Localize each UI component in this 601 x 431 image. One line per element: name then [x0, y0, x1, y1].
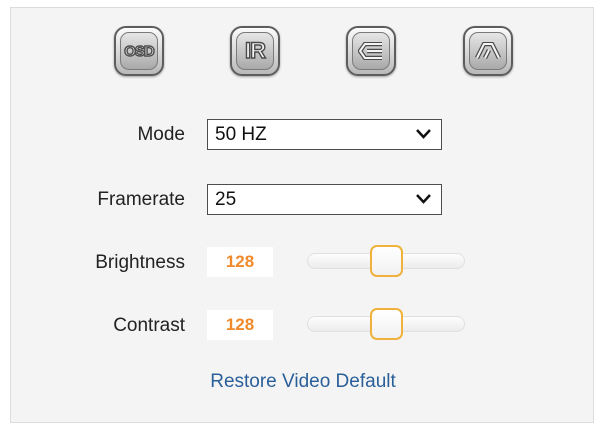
- framerate-select[interactable]: 25: [207, 184, 442, 215]
- ir-button[interactable]: IR: [230, 26, 280, 76]
- brightness-slider[interactable]: [307, 245, 465, 277]
- mode-label: Mode: [137, 124, 185, 145]
- video-settings-panel: OSD IR Mode 50 HZ Framerate 25 Brightnes…: [10, 7, 594, 423]
- brightness-label: Brightness: [95, 252, 185, 273]
- flip-button[interactable]: [346, 26, 396, 76]
- mode-select[interactable]: 50 HZ: [207, 119, 442, 150]
- brightness-slider-thumb[interactable]: [370, 245, 403, 277]
- osd-button[interactable]: OSD: [114, 26, 164, 76]
- chevron-down-icon: [416, 194, 431, 204]
- mirror-icon: [469, 32, 507, 70]
- brightness-value[interactable]: 128: [207, 247, 273, 277]
- mode-value: 50 HZ: [215, 124, 267, 145]
- framerate-label: Framerate: [97, 189, 185, 210]
- chevron-down-icon: [416, 129, 431, 139]
- restore-video-default-link[interactable]: Restore Video Default: [11, 371, 595, 393]
- flip-icon: [352, 32, 390, 70]
- framerate-value: 25: [215, 189, 237, 210]
- osd-icon: OSD: [120, 32, 158, 70]
- mirror-button[interactable]: [463, 26, 513, 76]
- ir-icon: IR: [236, 32, 274, 70]
- contrast-value[interactable]: 128: [207, 310, 273, 340]
- contrast-label: Contrast: [113, 315, 185, 336]
- contrast-slider[interactable]: [307, 308, 465, 340]
- contrast-slider-thumb[interactable]: [370, 308, 403, 340]
